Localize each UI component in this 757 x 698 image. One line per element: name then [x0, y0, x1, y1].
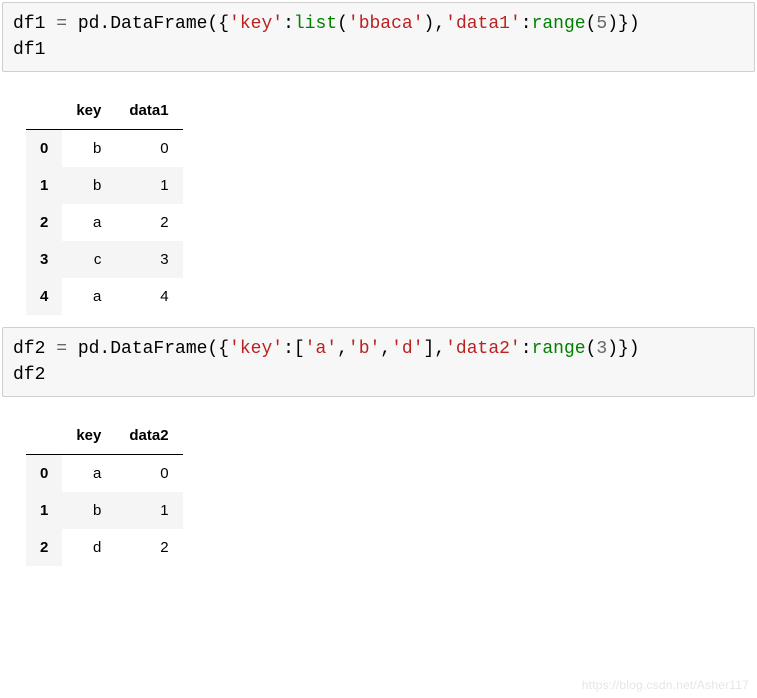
code-token: pd.DataFrame({ [78, 14, 229, 34]
row-index: 1 [26, 492, 62, 529]
cell: 3 [115, 241, 182, 278]
table-corner [26, 92, 62, 130]
cell: 1 [115, 492, 182, 529]
code-token: df2 [13, 365, 45, 385]
code-token: ), [424, 14, 446, 34]
code-token: : [521, 14, 532, 34]
code-token: = [45, 14, 77, 34]
table-row: 0 a 0 [26, 455, 183, 493]
code-token: 5 [596, 14, 607, 34]
cell: 4 [115, 278, 182, 315]
table-row: 0 b 0 [26, 130, 183, 168]
cell: 1 [115, 167, 182, 204]
row-index: 4 [26, 278, 62, 315]
code-token: 'data2' [445, 339, 521, 359]
col-header: key [62, 92, 115, 130]
output-df1: key data1 0 b 0 1 b 1 2 a 2 3 c 3 4 a 4 [0, 74, 757, 325]
row-index: 0 [26, 455, 62, 493]
watermark-text: https://blog.csdn.net/Asher117 [582, 678, 749, 692]
table-row: 1 b 1 [26, 492, 183, 529]
cell: d [62, 529, 115, 566]
code-token: list [294, 14, 337, 34]
code-token: df1 [13, 14, 45, 34]
code-token: 'bbaca' [348, 14, 424, 34]
code-token: : [283, 14, 294, 34]
table-corner [26, 417, 62, 455]
cell: c [62, 241, 115, 278]
code-token: )}) [607, 339, 639, 359]
code-token: )}) [607, 14, 639, 34]
table-row: 1 b 1 [26, 167, 183, 204]
code-token: 'key' [229, 339, 283, 359]
col-header: data2 [115, 417, 182, 455]
code-token: , [337, 339, 348, 359]
code-token: 'key' [229, 14, 283, 34]
code-token: ( [586, 339, 597, 359]
row-index: 3 [26, 241, 62, 278]
cell: b [62, 130, 115, 168]
table-row: 2 a 2 [26, 204, 183, 241]
code-token: :[ [283, 339, 305, 359]
code-token: df1 [13, 40, 45, 60]
cell: a [62, 204, 115, 241]
code-cell-2: df2 = pd.DataFrame({'key':['a','b','d'],… [2, 327, 755, 397]
cell: a [62, 278, 115, 315]
code-token: range [532, 339, 586, 359]
cell: a [62, 455, 115, 493]
row-index: 2 [26, 529, 62, 566]
row-index: 2 [26, 204, 62, 241]
code-cell-1: df1 = pd.DataFrame({'key':list('bbaca'),… [2, 2, 755, 72]
row-index: 1 [26, 167, 62, 204]
code-token: ( [337, 14, 348, 34]
code-token: 'd' [391, 339, 423, 359]
cell: b [62, 492, 115, 529]
table-row: 4 a 4 [26, 278, 183, 315]
cell: 2 [115, 204, 182, 241]
table-row: 3 c 3 [26, 241, 183, 278]
col-header: data1 [115, 92, 182, 130]
code-token: 'a' [305, 339, 337, 359]
code-token: 'data1' [445, 14, 521, 34]
cell: 0 [115, 455, 182, 493]
code-token: pd.DataFrame({ [78, 339, 229, 359]
code-token: range [532, 14, 586, 34]
table-row: 2 d 2 [26, 529, 183, 566]
dataframe-table-2: key data2 0 a 0 1 b 1 2 d 2 [26, 417, 183, 566]
code-token: 'b' [348, 339, 380, 359]
code-token: : [521, 339, 532, 359]
code-token: ( [586, 14, 597, 34]
col-header: key [62, 417, 115, 455]
dataframe-table-1: key data1 0 b 0 1 b 1 2 a 2 3 c 3 4 a 4 [26, 92, 183, 315]
code-token: = [45, 339, 77, 359]
output-df2: key data2 0 a 0 1 b 1 2 d 2 [0, 399, 757, 576]
cell: 0 [115, 130, 182, 168]
code-token: , [380, 339, 391, 359]
code-token: ], [424, 339, 446, 359]
code-token: 3 [596, 339, 607, 359]
code-token: df2 [13, 339, 45, 359]
cell: b [62, 167, 115, 204]
cell: 2 [115, 529, 182, 566]
row-index: 0 [26, 130, 62, 168]
